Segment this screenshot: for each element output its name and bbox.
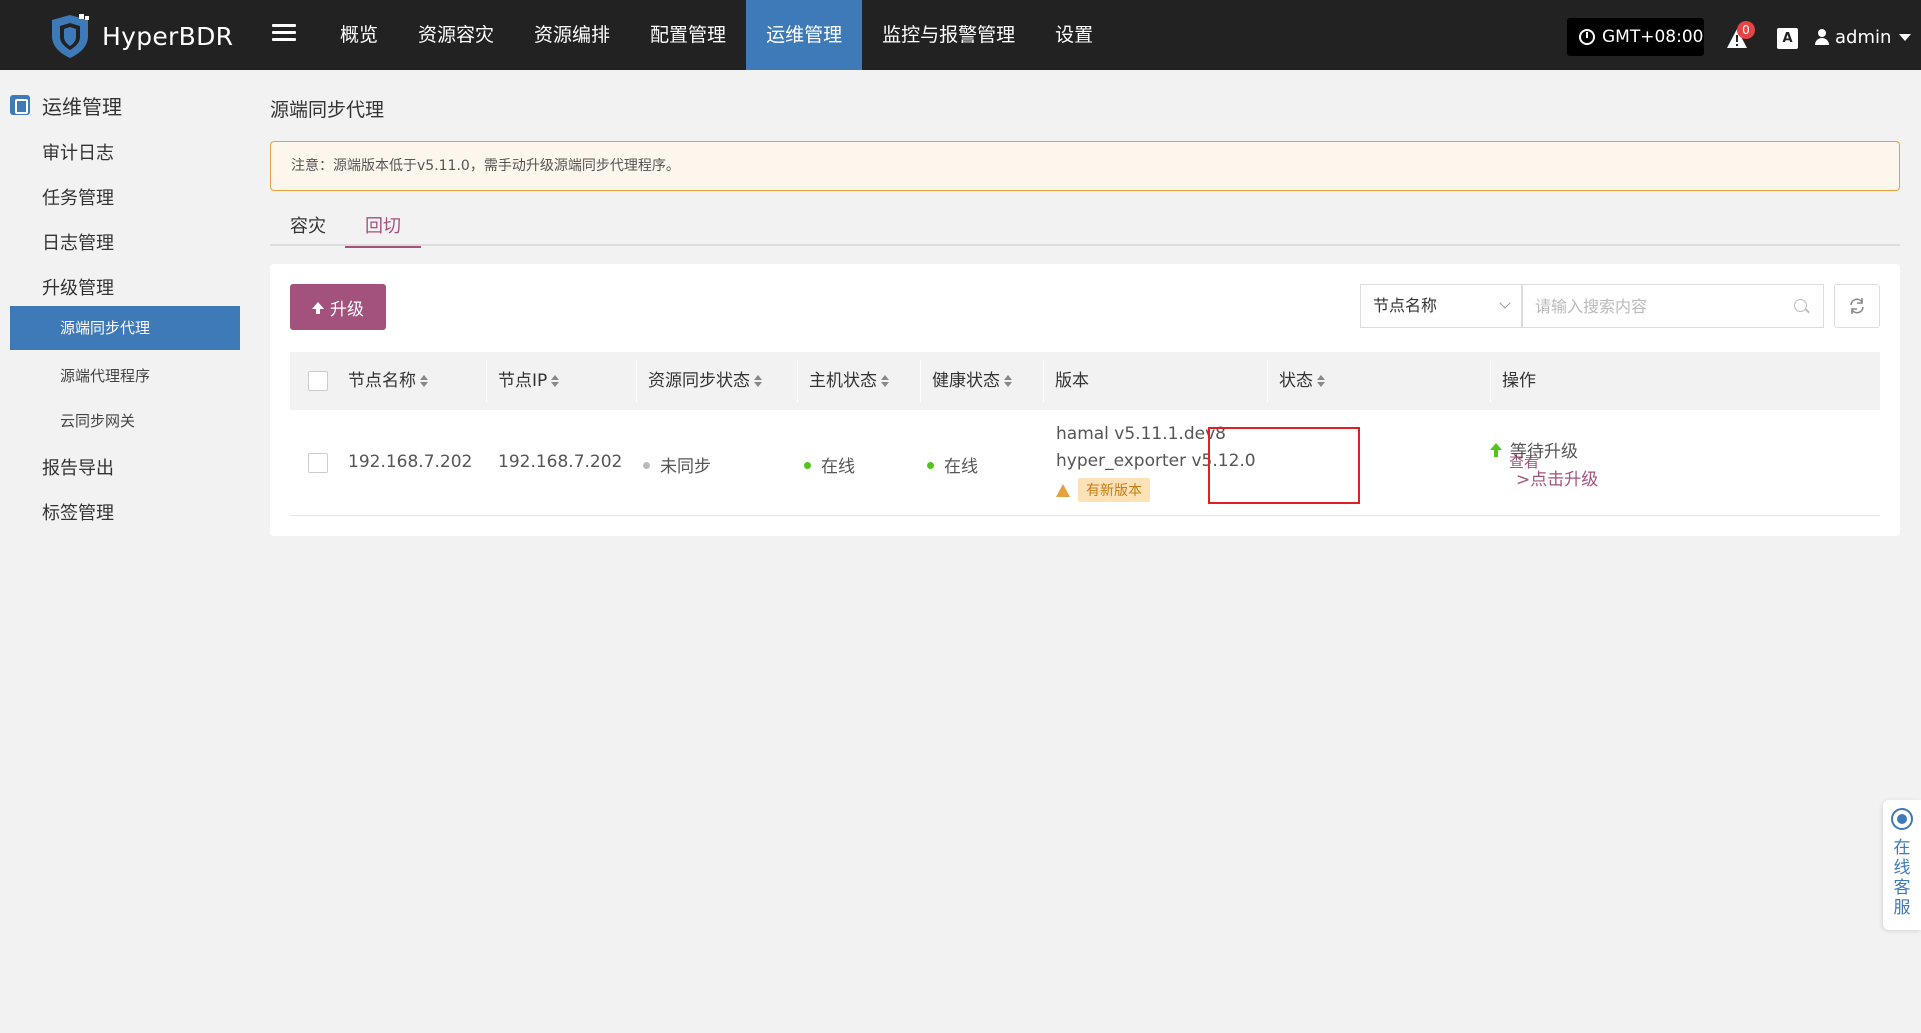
tab-disaster-recovery[interactable]: 容灾 — [270, 210, 346, 246]
column-node-ip[interactable]: 节点IP — [488, 352, 560, 410]
select-all-checkbox[interactable] — [308, 371, 328, 391]
cell-sync-status: 未同步 — [643, 452, 711, 477]
online-service-label: 在线客服 — [1893, 838, 1911, 918]
caret-down-icon — [1899, 33, 1912, 41]
nav-config-management[interactable]: 配置管理 — [630, 0, 746, 70]
online-service-widget[interactable]: 在线客服 — [1883, 800, 1921, 930]
chevron-down-icon — [1499, 297, 1511, 309]
search-icon[interactable] — [1794, 299, 1807, 312]
sidebar-item-upgrade-management[interactable]: 升级管理 — [42, 274, 114, 300]
cell-node-name: 192.168.7.202 — [348, 452, 473, 472]
sidebar: 运维管理 审计日志 任务管理 日志管理 升级管理 源端同步代理 源端代理程序 云… — [0, 70, 250, 1033]
new-version-badge: 有新版本 — [1078, 478, 1150, 502]
arrow-up-icon — [312, 301, 324, 314]
sidebar-item-source-agent-program[interactable]: 源端代理程序 — [60, 365, 150, 386]
content-panel: 升级 节点名称 节点名称 节点IP 资源同步状态 主机状态 健康状态 版本 状态… — [270, 264, 1900, 536]
page-title: 源端同步代理 — [270, 99, 385, 121]
app-logo[interactable]: HyperBDR — [46, 12, 233, 60]
app-name: HyperBDR — [102, 21, 234, 51]
sort-icon — [551, 375, 560, 387]
warning-icon — [1056, 483, 1070, 497]
refresh-button[interactable] — [1834, 284, 1880, 328]
top-bar: HyperBDR 概览 资源容灾 资源编排 配置管理 运维管理 监控与报警管理 … — [0, 0, 1921, 70]
nav-ops-management[interactable]: 运维管理 — [746, 0, 863, 70]
sort-icon — [1317, 375, 1325, 387]
timezone-label: GMT+08:00 — [1602, 27, 1704, 47]
cell-node-ip: 192.168.7.202 — [498, 452, 623, 472]
timezone-indicator[interactable]: GMT+08:00 — [1567, 18, 1704, 56]
shield-logo-icon — [52, 14, 89, 58]
status-dot-icon — [643, 461, 650, 469]
refresh-icon — [1850, 298, 1864, 314]
column-health-status[interactable]: 健康状态 — [922, 352, 1012, 410]
column-host-status[interactable]: 主机状态 — [799, 352, 889, 410]
sidebar-item-task-management[interactable]: 任务管理 — [42, 184, 114, 210]
headset-icon — [1891, 808, 1913, 830]
sidebar-item-report-export[interactable]: 报告导出 — [42, 454, 114, 480]
sidebar-item-cloud-sync-gateway[interactable]: 云同步网关 — [60, 410, 135, 431]
cell-status: 等待升级 — [1490, 437, 1578, 462]
upgrade-button[interactable]: 升级 — [290, 284, 386, 330]
column-operation: 操作 — [1502, 371, 1536, 391]
sidebar-item-tag-management[interactable]: 标签管理 — [42, 499, 114, 525]
sort-icon — [1004, 375, 1012, 387]
version-notice: 注意：源端版本低于v5.11.0，需手动升级源端同步代理程序。 — [270, 141, 1900, 191]
table-row: 192.168.7.202 192.168.7.202 未同步 在线 在线 ha… — [290, 410, 1880, 516]
cell-version-badge: 有新版本 — [1056, 478, 1150, 502]
search-field-select[interactable]: 节点名称 — [1360, 284, 1522, 328]
clock-icon — [1579, 29, 1595, 45]
sort-icon — [420, 375, 428, 387]
column-node-name[interactable]: 节点名称 — [338, 352, 428, 410]
nav-resource-dr[interactable]: 资源容灾 — [398, 0, 514, 70]
alert-count-badge: 0 — [1737, 21, 1755, 39]
nav-settings[interactable]: 设置 — [1035, 0, 1113, 70]
status-highlight-box — [1208, 427, 1360, 504]
cell-host-status: 在线 — [804, 452, 855, 477]
column-sync-status[interactable]: 资源同步状态 — [638, 352, 762, 410]
tab-failback[interactable]: 回切 — [345, 210, 421, 248]
sidebar-item-audit-log[interactable]: 审计日志 — [42, 139, 114, 165]
sort-icon — [881, 375, 889, 387]
sidebar-item-log-management[interactable]: 日志管理 — [42, 229, 114, 255]
tab-bar: 容灾 回切 — [270, 210, 1900, 248]
main-nav: 概览 资源容灾 资源编排 配置管理 运维管理 监控与报警管理 设置 — [320, 0, 1113, 70]
sidebar-section-title[interactable]: 运维管理 — [10, 90, 122, 120]
cell-version-hamal: hamal v5.11.1.dev8 — [1056, 424, 1226, 444]
user-icon — [1815, 29, 1829, 45]
sort-icon — [754, 375, 762, 387]
table-header: 节点名称 节点IP 资源同步状态 主机状态 健康状态 版本 状态 操作 — [290, 352, 1880, 410]
arrow-up-green-icon — [1490, 443, 1502, 457]
column-version: 版本 — [1055, 371, 1089, 391]
nav-monitoring-alerts[interactable]: 监控与报警管理 — [862, 0, 1035, 70]
ops-tools-icon — [10, 95, 30, 115]
click-upgrade-link[interactable]: >点击升级 — [1516, 465, 1598, 490]
user-menu[interactable]: admin — [1815, 20, 1912, 54]
status-dot-icon — [927, 461, 934, 469]
username: admin — [1835, 26, 1892, 48]
nav-overview[interactable]: 概览 — [320, 0, 398, 70]
sidebar-item-source-sync-agent[interactable]: 源端同步代理 — [10, 306, 240, 350]
menu-toggle-icon[interactable] — [272, 20, 296, 48]
cell-health-status: 在线 — [927, 452, 978, 477]
status-dot-icon — [804, 461, 811, 469]
search-input[interactable] — [1522, 284, 1824, 328]
column-status[interactable]: 状态 — [1269, 352, 1325, 410]
nav-resource-orchestration[interactable]: 资源编排 — [514, 0, 630, 70]
row-checkbox[interactable] — [308, 453, 328, 473]
language-icon[interactable]: A — [1777, 28, 1798, 49]
